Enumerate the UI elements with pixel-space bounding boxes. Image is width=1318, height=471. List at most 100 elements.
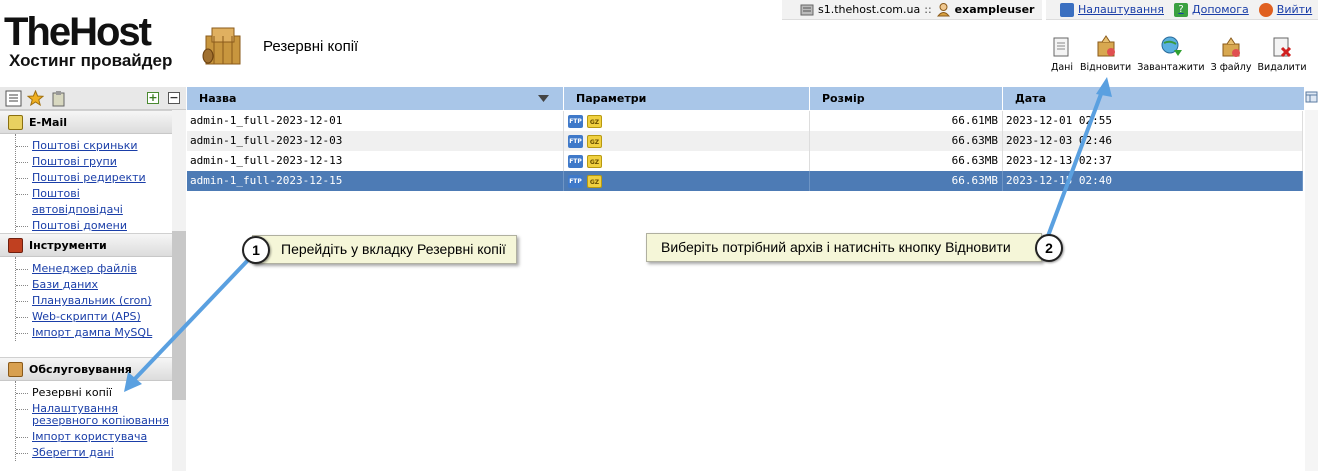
download-button[interactable]: Завантажити xyxy=(1134,34,1207,73)
columns-settings-icon[interactable] xyxy=(1305,89,1318,107)
sidebar-item-mail-groups[interactable]: Поштові групи xyxy=(16,154,172,170)
maintenance-boxes-icon xyxy=(8,361,23,377)
callout-text: Перейдіть у вкладку Резервні копії xyxy=(281,241,506,257)
sidebar-item-mail-redirects[interactable]: Поштові редиректи xyxy=(16,170,172,186)
sidebar-item-autoresponders[interactable]: Поштові автовідповідачі xyxy=(16,186,172,218)
table-row-selected[interactable]: admin-1_full-2023-12-15 FTP GZ 66.63MB 20… xyxy=(187,171,1303,191)
settings-label: Налаштування xyxy=(1078,3,1164,16)
column-header-size[interactable]: Розмір xyxy=(810,87,1003,110)
ftp-icon: FTP xyxy=(568,135,583,148)
cell-params: FTP GZ xyxy=(564,171,810,191)
sidebar-item-label[interactable]: Поштові автовідповідачі xyxy=(32,187,123,216)
user-bar: s1.thehost.com.ua :: exampleuser xyxy=(782,0,1042,20)
sidebar-item-label[interactable]: Поштові скриньки xyxy=(32,139,138,152)
sidebar-group-email: E-Mail Поштові скриньки Поштові групи По… xyxy=(0,110,172,234)
sidebar-item-databases[interactable]: Бази даних xyxy=(16,277,172,293)
table-row[interactable]: admin-1_full-2023-12-03 FTP GZ 66.63MB 20… xyxy=(187,131,1303,151)
table-row[interactable]: admin-1_full-2023-12-13 FTP GZ 66.63MB 20… xyxy=(187,151,1303,171)
logo[interactable]: TheHost Хостинг провайдер xyxy=(4,12,186,74)
favorites-star-icon[interactable] xyxy=(27,90,44,107)
sidebar-item-cron[interactable]: Планувальник (cron) xyxy=(16,293,172,309)
from-file-label: З файлу xyxy=(1210,62,1252,73)
logout-link[interactable]: Вийти xyxy=(1258,2,1313,17)
data-button[interactable]: Дані xyxy=(1047,34,1077,73)
help-link[interactable]: ? Допомога xyxy=(1174,2,1249,17)
list-view-icon[interactable] xyxy=(5,90,22,107)
sidebar-item-mail-domains[interactable]: Поштові домени xyxy=(16,218,172,234)
page-title: Резервні копії xyxy=(263,38,359,55)
document-icon xyxy=(1053,37,1069,57)
sidebar-item-label[interactable]: Менеджер файлів xyxy=(32,262,137,275)
sidebar-group-tools: Інструменти Менеджер файлів Бази даних П… xyxy=(0,233,172,341)
cell-size: 66.61MB xyxy=(810,111,1003,131)
help-label: Допомога xyxy=(1192,3,1249,16)
collapse-all-button[interactable]: − xyxy=(168,92,180,104)
group-header-maintenance[interactable]: Обслуговування xyxy=(0,357,172,381)
sidebar-group-maintenance: Обслуговування Резервні копії Налаштуван… xyxy=(0,357,172,461)
column-header-params[interactable]: Параметри xyxy=(564,87,810,110)
gz-archive-icon: GZ xyxy=(587,175,602,188)
step-2-badge: 2 xyxy=(1035,234,1063,262)
sidebar-item-label[interactable]: Планувальник (cron) xyxy=(32,294,152,307)
sidebar-item-backup-settings[interactable]: Налаштування резервного копіювання xyxy=(16,401,172,429)
sidebar-item-import-user[interactable]: Імпорт користувача xyxy=(16,429,172,445)
table-scrollbar[interactable] xyxy=(1305,110,1318,471)
sidebar-item-label[interactable]: Поштові редиректи xyxy=(32,171,146,184)
sidebar-item-save-data[interactable]: Зберегти дані xyxy=(16,445,172,461)
column-header-label: Параметри xyxy=(576,92,647,105)
cell-date: 2023-12-13 02:37 xyxy=(1003,151,1303,171)
gz-archive-icon: GZ xyxy=(587,115,602,128)
email-icon xyxy=(8,114,23,130)
group-title-tools: Інструменти xyxy=(29,238,107,252)
sidebar-item-mailboxes[interactable]: Поштові скриньки xyxy=(16,138,172,154)
expand-all-button[interactable]: + xyxy=(147,92,159,104)
sidebar-item-label[interactable]: Поштові групи xyxy=(32,155,117,168)
cell-date: 2023-12-15 02:40 xyxy=(1003,171,1303,191)
system-links: Налаштування ? Допомога Вийти xyxy=(1046,0,1318,20)
cell-size: 66.63MB xyxy=(810,131,1003,151)
sidebar-item-file-manager[interactable]: Менеджер файлів xyxy=(16,261,172,277)
settings-icon xyxy=(1060,2,1074,17)
data-label: Дані xyxy=(1050,62,1074,73)
cell-name: admin-1_full-2023-12-13 xyxy=(187,151,564,171)
restore-button[interactable]: Відновити xyxy=(1077,34,1134,73)
ftp-icon: FTP xyxy=(568,175,583,188)
sidebar-item-label[interactable]: Резервні копії xyxy=(32,386,112,399)
sidebar-item-backups[interactable]: Резервні копії xyxy=(16,385,172,401)
callout-step-2: Виберіть потрібний архів і натисніть кно… xyxy=(646,233,1042,262)
ftp-icon: FTP xyxy=(568,155,583,168)
delete-button[interactable]: Видалити xyxy=(1255,34,1310,73)
sidebar-item-label[interactable]: Імпорт дампа MySQL xyxy=(32,326,152,339)
sidebar-item-label[interactable]: Налаштування резервного копіювання xyxy=(32,402,169,427)
step-1-badge: 1 xyxy=(242,236,270,264)
sidebar-scrollbar-thumb[interactable] xyxy=(172,231,186,400)
cell-date: 2023-12-03 02:46 xyxy=(1003,131,1303,151)
sidebar-item-label[interactable]: Зберегти дані xyxy=(32,446,114,459)
sidebar-item-label[interactable]: Поштові домени xyxy=(32,219,127,232)
delete-label: Видалити xyxy=(1257,62,1307,73)
delete-icon xyxy=(1273,37,1292,58)
settings-link[interactable]: Налаштування xyxy=(1060,2,1164,17)
cell-name: admin-1_full-2023-12-15 xyxy=(187,171,564,191)
group-header-email[interactable]: E-Mail xyxy=(0,110,172,134)
group-header-tools[interactable]: Інструменти xyxy=(0,233,172,257)
group-title-maintenance: Обслуговування xyxy=(29,362,132,376)
sidebar-item-web-scripts[interactable]: Web-скрипти (APS) xyxy=(16,309,172,325)
user-icon xyxy=(936,3,950,17)
from-file-button[interactable]: З файлу xyxy=(1208,34,1255,73)
column-header-date[interactable]: Дата xyxy=(1003,87,1305,110)
cell-size: 66.63MB xyxy=(810,171,1003,191)
cell-date: 2023-12-01 02:55 xyxy=(1003,111,1303,131)
sidebar-item-label[interactable]: Бази даних xyxy=(32,278,98,291)
power-icon xyxy=(1258,2,1273,17)
server-icon xyxy=(800,4,814,15)
column-header-name[interactable]: Назва xyxy=(187,87,564,110)
logout-label: Вийти xyxy=(1276,3,1313,16)
sidebar-item-mysql-import[interactable]: Імпорт дампа MySQL xyxy=(16,325,172,341)
clipboard-icon[interactable] xyxy=(50,90,67,107)
backup-boxes-icon xyxy=(202,27,241,65)
sidebar-item-label[interactable]: Імпорт користувача xyxy=(32,430,147,443)
callout-step-1: Перейдіть у вкладку Резервні копії xyxy=(252,235,517,264)
sidebar-item-label[interactable]: Web-скрипти (APS) xyxy=(32,310,141,323)
table-row[interactable]: admin-1_full-2023-12-01 FTP GZ 66.61MB 20… xyxy=(187,111,1303,131)
